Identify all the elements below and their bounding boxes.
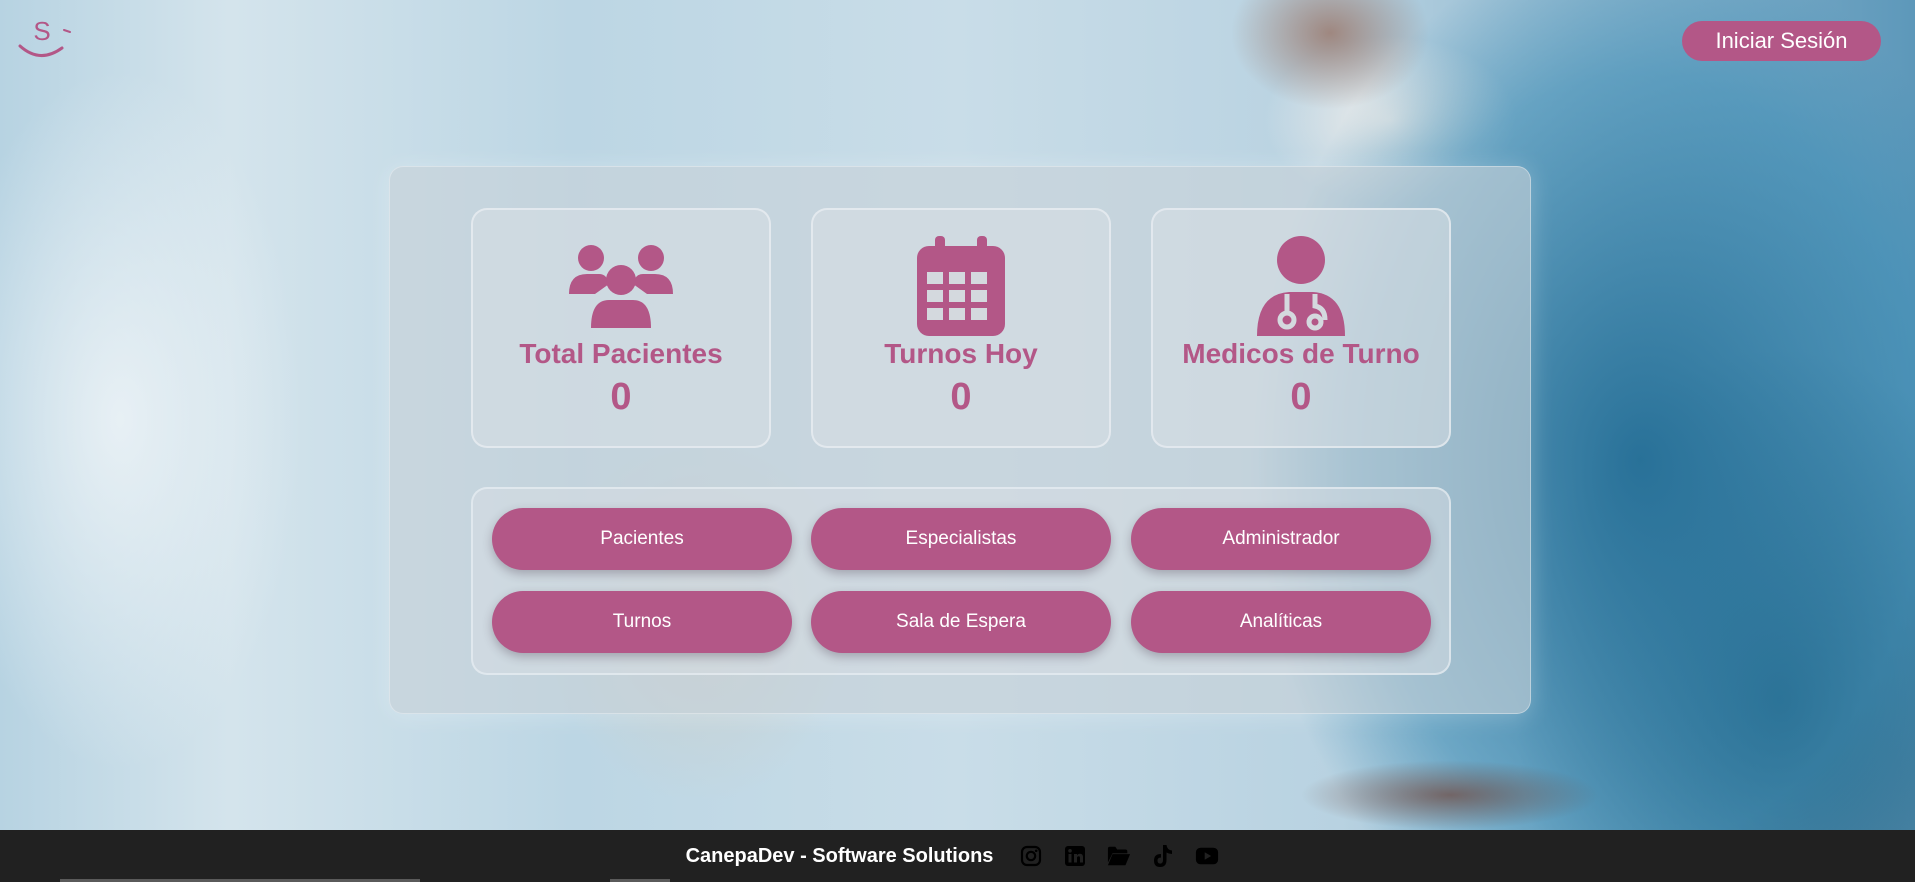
tiktok-icon[interactable]: [1151, 844, 1175, 868]
youtube-icon[interactable]: [1195, 844, 1219, 868]
appointments-button[interactable]: Turnos: [492, 591, 792, 653]
doctor-icon: [1246, 236, 1356, 336]
folder-icon[interactable]: [1107, 844, 1131, 868]
instagram-icon[interactable]: [1019, 844, 1043, 868]
stat-value: 0: [1290, 376, 1312, 418]
linkedin-icon[interactable]: [1063, 844, 1087, 868]
specialists-button[interactable]: Especialistas: [811, 508, 1111, 570]
logo-icon: S: [18, 16, 71, 57]
stat-card-appointments-today: Turnos Hoy 0: [811, 208, 1111, 448]
patients-button[interactable]: Pacientes: [492, 508, 792, 570]
footer-brand: CanepaDev - Software Solutions: [685, 844, 994, 867]
navigation-buttons: Pacientes Especialistas Administrador Tu…: [471, 487, 1451, 675]
dashboard-panel: Total Pacientes 0 Turnos Hoy 0 Medicos d…: [389, 166, 1531, 714]
background-hand-shade: [1300, 760, 1600, 830]
stat-value: 0: [950, 376, 972, 418]
stat-value: 0: [610, 376, 632, 418]
analytics-button[interactable]: Analíticas: [1131, 591, 1431, 653]
svg-text:S: S: [33, 16, 50, 46]
footer: CanepaDev - Software Solutions: [0, 830, 1915, 882]
stat-card-total-patients: Total Pacientes 0: [471, 208, 771, 448]
administrator-button[interactable]: Administrador: [1131, 508, 1431, 570]
stat-title: Turnos Hoy: [884, 338, 1038, 369]
background-skin-shade: [1230, 0, 1430, 110]
waiting-room-button[interactable]: Sala de Espera: [811, 591, 1111, 653]
stat-title: Total Pacientes: [519, 338, 723, 369]
patients-group-icon: [566, 236, 676, 336]
login-button[interactable]: Iniciar Sesión: [1682, 21, 1881, 61]
stat-card-doctors-on-duty: Medicos de Turno 0: [1151, 208, 1451, 448]
logo[interactable]: S: [16, 12, 72, 62]
stat-title: Medicos de Turno: [1182, 338, 1420, 369]
calendar-icon: [906, 236, 1016, 336]
